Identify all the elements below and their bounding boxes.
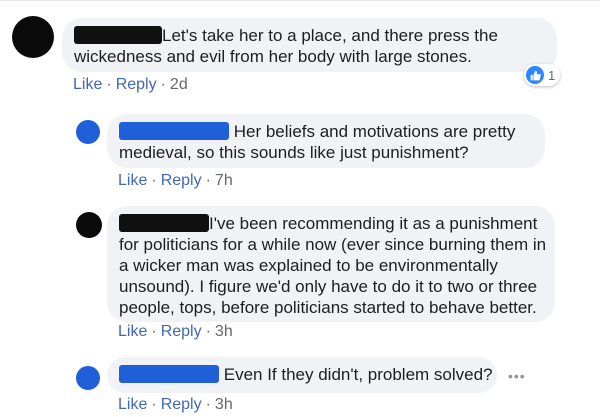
- timestamp[interactable]: 3h: [215, 396, 233, 413]
- comment-text-line: for politicians for a while now (ever si…: [119, 235, 547, 254]
- comment-actions: Like · Reply · 3h: [118, 323, 233, 340]
- reaction-count-value: 1: [548, 67, 556, 83]
- like-link[interactable]: Like: [118, 172, 147, 189]
- divider: [0, 0, 600, 1]
- comment-text-line: wickedness and evil from her body with l…: [74, 47, 472, 66]
- comment-text-line: I've been recommending it as a punishmen…: [119, 213, 543, 234]
- comment-text-line: Let's take her to a place, and there pre…: [74, 25, 545, 46]
- timestamp[interactable]: 7h: [215, 172, 233, 189]
- redacted-name: [119, 365, 219, 383]
- comment-bubble: I've been recommending it as a punishmen…: [107, 206, 555, 322]
- reply-link[interactable]: Reply: [161, 396, 202, 413]
- like-link[interactable]: Like: [118, 396, 147, 413]
- comment-bubble: Her beliefs and motivations are pretty m…: [107, 114, 545, 168]
- comment-text-line: Even If they didn't, problem solved?: [119, 364, 493, 385]
- avatar[interactable]: [76, 212, 102, 238]
- comment-text-line: unsound). I figure we'd only have to do …: [119, 277, 538, 296]
- like-link[interactable]: Like: [118, 323, 147, 340]
- like-link[interactable]: Like: [73, 76, 102, 93]
- comment-thread: Let's take her to a place, and there pre…: [0, 0, 600, 417]
- reply-link[interactable]: Reply: [116, 76, 157, 93]
- comment-text-line: Her beliefs and motivations are pretty: [119, 121, 533, 142]
- redacted-name: [119, 122, 229, 140]
- comment-bubble: Even If they didn't, problem solved?: [107, 357, 497, 393]
- comment-actions: Like · Reply · 2d: [73, 76, 188, 93]
- comment-actions: Like · Reply · 3h: [118, 396, 233, 413]
- comment-bubble: Let's take her to a place, and there pre…: [62, 18, 557, 72]
- timestamp[interactable]: 3h: [215, 323, 233, 340]
- comment-actions: Like · Reply · 7h: [118, 172, 233, 189]
- redacted-name: [74, 26, 162, 44]
- comment-text-line: medieval, so this sounds like just punis…: [119, 143, 469, 162]
- avatar[interactable]: [76, 120, 100, 144]
- comment-text-line: people, tops, before politicians started…: [119, 298, 537, 317]
- redacted-name: [119, 214, 209, 232]
- reaction-count[interactable]: 1: [524, 64, 561, 86]
- reply-link[interactable]: Reply: [161, 323, 202, 340]
- reply-link[interactable]: Reply: [161, 172, 202, 189]
- avatar[interactable]: [12, 16, 54, 58]
- thumbs-up-icon: [526, 66, 544, 84]
- timestamp[interactable]: 2d: [170, 76, 188, 93]
- avatar[interactable]: [76, 366, 100, 390]
- more-options-icon[interactable]: •••: [508, 368, 526, 384]
- comment-text-line: a wicker man was explained to be environ…: [119, 256, 498, 275]
